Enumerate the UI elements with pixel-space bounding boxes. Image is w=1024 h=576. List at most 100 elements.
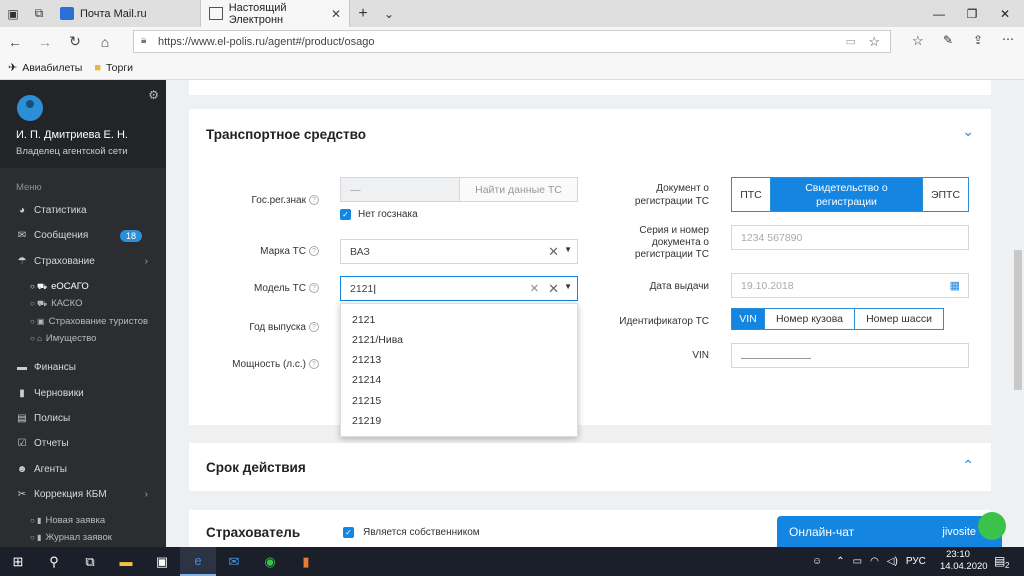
task-view-icon[interactable]: ⧉ bbox=[72, 547, 108, 576]
reg-plate-label: Гос.рег.знак? bbox=[229, 195, 319, 206]
scrollbar[interactable] bbox=[1014, 250, 1022, 390]
people-icon[interactable]: ☺ bbox=[812, 556, 822, 567]
model-option[interactable]: 2121 bbox=[352, 314, 375, 326]
reg-plate-input[interactable]: — bbox=[340, 177, 460, 202]
file-icon: ○ ▮ bbox=[30, 533, 42, 542]
document-app-icon[interactable]: ▮ bbox=[288, 547, 324, 576]
model-select[interactable]: 2121 | ✕ ✕ ▼ bbox=[340, 276, 578, 301]
issue-date-input[interactable]: 19.10.2018 ▦ bbox=[731, 273, 969, 298]
tab-preview-icon[interactable]: ⧉ bbox=[26, 0, 52, 27]
restore-icon[interactable]: ❐ bbox=[955, 0, 989, 27]
sidebar-sub-property[interactable]: ○ ⌂ Имущество bbox=[30, 333, 96, 344]
home-icon[interactable]: ⌂ bbox=[90, 27, 120, 56]
favorites-icon[interactable]: ☆ bbox=[912, 33, 924, 49]
series-input[interactable]: 1234 567890 bbox=[731, 225, 969, 250]
minimize-icon[interactable]: — bbox=[922, 0, 956, 27]
wifi-icon[interactable]: ◠ bbox=[870, 556, 879, 567]
chevron-right-icon: › bbox=[144, 489, 148, 500]
network-icon[interactable]: ▭ bbox=[853, 556, 862, 567]
help-icon[interactable]: ? bbox=[309, 283, 319, 294]
chevron-down-icon[interactable]: ⌄ bbox=[962, 123, 974, 140]
notes-icon[interactable]: ✎ bbox=[943, 33, 953, 47]
share-icon[interactable]: ⇪ bbox=[973, 33, 983, 47]
back-icon[interactable]: ← bbox=[0, 27, 30, 56]
checkbox-checked-icon: ✓ bbox=[343, 527, 354, 538]
help-icon[interactable]: ? bbox=[309, 322, 319, 333]
more-icon[interactable]: ⋯ bbox=[1002, 32, 1014, 46]
windows-start-icon[interactable]: ⊞ bbox=[0, 547, 36, 576]
caret-down-icon[interactable]: ▼ bbox=[564, 282, 572, 291]
tab-mail[interactable]: Почта Mail.ru bbox=[52, 0, 200, 27]
make-select[interactable]: ВАЗ ✕ ▼ bbox=[340, 239, 578, 264]
id-option-body[interactable]: Номер кузова bbox=[765, 309, 855, 329]
clock[interactable]: 23:10 14.04.2020 bbox=[940, 549, 988, 573]
caret-down-icon[interactable]: ▼ bbox=[564, 245, 572, 254]
tray-chevron-icon[interactable]: ⌃ bbox=[836, 556, 844, 567]
close-tab-icon[interactable]: ✕ bbox=[331, 7, 341, 21]
url-text: https://www.el-polis.ru/agent#/product/o… bbox=[158, 35, 375, 48]
sidebar-item-reports[interactable]: ☑ Отчеты bbox=[16, 438, 156, 449]
chevron-down-icon[interactable]: ⌄ bbox=[376, 0, 402, 27]
sidebar-sub-new-request[interactable]: ○ ▮ Новая заявка bbox=[30, 515, 105, 526]
favorite-star-icon[interactable]: ☆ bbox=[868, 34, 880, 50]
doc-option-epts[interactable]: ЭПТС bbox=[923, 178, 968, 211]
edge-icon[interactable]: e bbox=[180, 547, 216, 576]
forward-icon[interactable]: → bbox=[30, 27, 60, 56]
help-icon[interactable]: ? bbox=[309, 195, 319, 206]
help-icon[interactable]: ? bbox=[309, 246, 319, 257]
volume-icon[interactable]: ◁) bbox=[887, 556, 898, 567]
clear-icon[interactable]: ✕ bbox=[548, 244, 559, 260]
chevron-up-icon[interactable]: ⌃ bbox=[962, 457, 974, 474]
mail-app-icon[interactable]: ✉ bbox=[216, 547, 252, 576]
sidebar-sub-kasko[interactable]: ○ ⛟ КАСКО bbox=[30, 298, 82, 309]
reading-view-icon[interactable]: ▭ bbox=[846, 35, 856, 48]
model-option[interactable]: 21219 bbox=[352, 415, 381, 427]
vin-input[interactable] bbox=[731, 343, 969, 368]
model-option[interactable]: 21215 bbox=[352, 395, 381, 407]
bookmark-flights[interactable]: ✈ Авиабилеты bbox=[8, 61, 82, 75]
close-window-icon[interactable]: ✕ bbox=[988, 0, 1022, 27]
owner-checkbox[interactable]: ✓ Является собственником bbox=[343, 527, 480, 538]
new-tab-icon[interactable]: + bbox=[350, 0, 376, 27]
sidebar-item-messages[interactable]: ✉ Сообщения 18 bbox=[16, 229, 156, 242]
sidebar-item-statistics[interactable]: ◕ Статистика bbox=[16, 205, 156, 216]
sidebar-item-finance[interactable]: ▬ Финансы bbox=[16, 362, 156, 373]
online-chat-widget[interactable]: Онлайн-чат jivosite bbox=[777, 512, 1006, 547]
clear-search-icon[interactable]: ✕ bbox=[530, 282, 539, 295]
sidebar-item-drafts[interactable]: ▮ Черновики bbox=[16, 388, 156, 399]
avatar[interactable] bbox=[17, 95, 43, 121]
gear-icon[interactable]: ⚙ bbox=[148, 88, 159, 102]
doc-option-pts[interactable]: ПТС bbox=[732, 178, 771, 211]
no-plate-checkbox[interactable]: ✓ Нет госзнака bbox=[340, 209, 418, 220]
id-option-chassis[interactable]: Номер шасси bbox=[855, 309, 943, 329]
store-icon[interactable]: ▣ bbox=[144, 547, 180, 576]
notifications-icon[interactable]: ▤ bbox=[994, 554, 1005, 568]
calendar-icon[interactable]: ▦ bbox=[950, 279, 960, 292]
help-icon[interactable]: ? bbox=[309, 359, 319, 370]
clear-icon[interactable]: ✕ bbox=[548, 281, 559, 297]
tab-osago[interactable]: Настоящий Электронн ✕ bbox=[200, 0, 350, 27]
whatsapp-icon[interactable]: ◉ bbox=[252, 547, 288, 576]
sidebar-sub-journal[interactable]: ○ ▮ Журнал заявок bbox=[30, 532, 112, 543]
sidebar-sub-osago[interactable]: ○ ⛟ eОСАГО bbox=[30, 281, 89, 292]
model-option[interactable]: 21214 bbox=[352, 374, 381, 386]
issue-date-label: Дата выдачи bbox=[649, 281, 709, 292]
refresh-icon[interactable]: ↻ bbox=[60, 27, 90, 56]
search-icon[interactable]: ⚲ bbox=[36, 547, 72, 576]
sidebar-item-policies[interactable]: ▤ Полисы bbox=[16, 413, 156, 424]
model-option[interactable]: 21213 bbox=[352, 354, 381, 366]
tab-actions-icon[interactable]: ▣ bbox=[0, 0, 26, 27]
sidebar-sub-label: eОСАГО bbox=[51, 281, 89, 292]
find-vehicle-button[interactable]: Найти данные ТС bbox=[459, 177, 578, 202]
explorer-icon[interactable]: ▬ bbox=[108, 547, 144, 576]
model-option[interactable]: 2121/Нива bbox=[352, 334, 403, 346]
sidebar-sub-travel[interactable]: ○ ▣ Страхование туристов bbox=[30, 316, 148, 327]
input-language[interactable]: РУС bbox=[906, 556, 926, 567]
url-input[interactable]: 🔒︎ https://www.el-polis.ru/agent#/produc… bbox=[133, 30, 891, 53]
sidebar-item-kbm[interactable]: ✂ Коррекция КБМ › bbox=[16, 489, 156, 500]
sidebar-item-insurance[interactable]: ☂ Страхование › bbox=[16, 256, 156, 267]
id-option-vin[interactable]: VIN bbox=[732, 309, 765, 329]
bookmark-tenders[interactable]: ■ Торги bbox=[94, 62, 133, 74]
sidebar-item-agents[interactable]: ☻ Агенты bbox=[16, 464, 156, 475]
doc-option-certificate[interactable]: Свидетельство о регистрации bbox=[771, 178, 923, 211]
